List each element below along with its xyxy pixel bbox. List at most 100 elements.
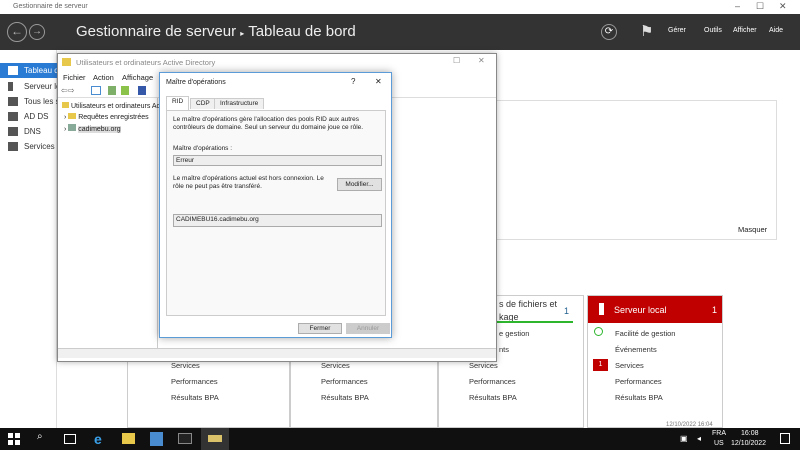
forward-button[interactable]: → [29,24,45,40]
start-icon[interactable] [8,433,20,445]
dialog-help-button[interactable]: ? [351,77,355,86]
tab-infrastructure[interactable]: Infrastructure [214,98,265,109]
keyboard-layout[interactable]: US [714,440,724,447]
menu-manage[interactable]: Gérer [668,27,686,34]
search-icon[interactable]: ⌕ [37,431,53,447]
refresh-icon[interactable]: ⟳ [601,24,617,40]
tree-item-saved-queries[interactable]: › Requêtes enregistrées [64,113,149,121]
clock-time[interactable]: 16:08 [741,430,759,437]
tree-item-domain[interactable]: › cadimebu.org [64,124,121,133]
window-titlebar: Gestionnaire de serveur – ☐ ✕ [0,0,800,14]
dashboard-icon [8,66,18,75]
sidebar-item-label: Tous les serveurs [24,97,57,106]
sidebar-item-file-services[interactable]: Services de fichiers et de stockage [0,139,57,154]
modify-button[interactable]: Modifier... [337,178,382,191]
cancel-button[interactable]: Annuler [346,323,390,334]
tree-root[interactable]: Utilisateurs et ordinateurs Ac [62,102,160,110]
master-field: Erreur [173,155,382,166]
dialog-close-button[interactable]: ✕ [375,77,382,86]
tile-row-bpa[interactable]: Résultats BPA [469,393,517,402]
tab-rid[interactable]: RID [166,96,190,110]
close-button[interactable]: ✕ [779,1,787,12]
server-manager-icon[interactable] [150,432,163,446]
language-indicator[interactable]: FRA [712,430,726,437]
tab-panel: Le maître d'opérations gère l'allocation… [166,110,386,316]
tile-row-bpa[interactable]: Résultats BPA [171,393,219,402]
tile-row-performance[interactable]: Performances [469,377,516,386]
flag-icon[interactable]: ⚑ [640,22,653,40]
tile-row-manageability[interactable]: Facilité de gestion [615,329,675,338]
tile-row-services[interactable]: Services [171,361,200,370]
tile-row-events[interactable]: nts [499,345,509,354]
menu-tools[interactable]: Outils [704,27,722,34]
tile-row-bpa[interactable]: Résultats BPA [615,393,663,402]
tile-row-events[interactable]: Événements [615,345,657,354]
offline-text: Le maître d'opérations actuel est hors c… [173,175,324,190]
taskbar: ⌕ e ▣ ◂ FRA US 16:08 12/10/2022 [0,428,800,450]
menu-view[interactable]: Afficher [733,27,757,34]
master-label: Maître d'opérations : [173,145,233,152]
export-icon[interactable] [121,86,129,95]
ad-tool-icon[interactable] [201,428,229,450]
help-icon[interactable] [138,86,146,95]
breadcrumb: Gestionnaire de serveur ▸ Tableau de bor… [76,23,356,40]
tile-count: 1 [712,305,718,315]
tile-row-performance[interactable]: Performances [615,377,662,386]
menu-file[interactable]: Fichier [63,73,86,82]
close-dialog-button[interactable]: Fermer [298,323,342,334]
server-icon [599,303,604,315]
network-icon[interactable]: ▣ [680,434,688,443]
tile-row-performance[interactable]: Performances [321,377,368,386]
server-icon [8,82,13,91]
server-field: CADIMEBU16.cadimebu.org [173,214,382,227]
dns-icon [8,127,18,136]
sidebar-item-label: AD DS [24,112,49,121]
task-view-icon[interactable] [64,434,76,444]
sidebar-item-label: Services de fichiers et de stockage [24,142,57,151]
tile-row-performance[interactable]: Performances [171,377,218,386]
menu-action[interactable]: Action [93,73,114,82]
tile-count: 1 [564,306,570,316]
menu-help[interactable]: Aide [769,27,783,34]
tab-pdc[interactable]: CDP [190,98,216,109]
sidebar: Tableau de bord Serveur local Tous les s… [0,50,57,428]
sidebar-item-ad-ds[interactable]: AD DS [0,109,57,124]
clock-date[interactable]: 12/10/2022 [731,440,766,447]
breadcrumb-separator: ▸ [240,29,245,38]
tile-row-services[interactable]: Services [321,361,350,370]
sidebar-item-all-servers[interactable]: Tous les serveurs [0,94,57,109]
file-explorer-icon[interactable] [122,433,135,444]
volume-icon[interactable]: ◂ [697,434,701,443]
minimize-button[interactable]: – [735,1,740,11]
tile-row-services[interactable]: Services [469,361,498,370]
ad-minimize-button[interactable]: ☐ [453,56,460,65]
sidebar-item-label: DNS [24,127,41,136]
tile-header[interactable]: Serveur local 1 [588,296,722,323]
status-bar [495,321,573,323]
sidebar-item-dns[interactable]: DNS [0,124,57,139]
terminal-icon[interactable] [178,433,192,444]
header-bar: ← → Gestionnaire de serveur ▸ Tableau de… [0,14,800,50]
hide-link[interactable]: Masquer [738,225,767,234]
description-text: Le maître d'opérations gère l'allocation… [173,116,364,131]
breadcrumb-root[interactable]: Gestionnaire de serveur [76,23,236,40]
sidebar-item-dashboard[interactable]: Tableau de bord [0,63,57,78]
menu-view[interactable]: Affichage [122,73,153,82]
tile-row-manageability[interactable]: e gestion [499,329,529,338]
edge-icon[interactable]: e [94,431,110,447]
back-button[interactable]: ← [7,22,27,42]
tile-row-bpa[interactable]: Résultats BPA [321,393,369,402]
refresh-icon[interactable] [108,86,116,95]
folder-icon [62,58,71,66]
back-icon[interactable]: ⇦⇨ [61,86,74,95]
maximize-button[interactable]: ☐ [756,1,764,12]
view-icon[interactable] [91,86,101,95]
ad-close-button[interactable]: ✕ [478,56,485,65]
ad-ds-icon [8,112,18,121]
notification-icon[interactable] [780,433,790,444]
tile-title[interactable]: s de fichiers et [499,299,557,309]
horizontal-scrollbar[interactable] [58,348,496,358]
sidebar-item-local-server[interactable]: Serveur local [0,79,57,94]
status-up-icon [594,327,603,336]
tile-row-services[interactable]: Services [615,361,644,370]
